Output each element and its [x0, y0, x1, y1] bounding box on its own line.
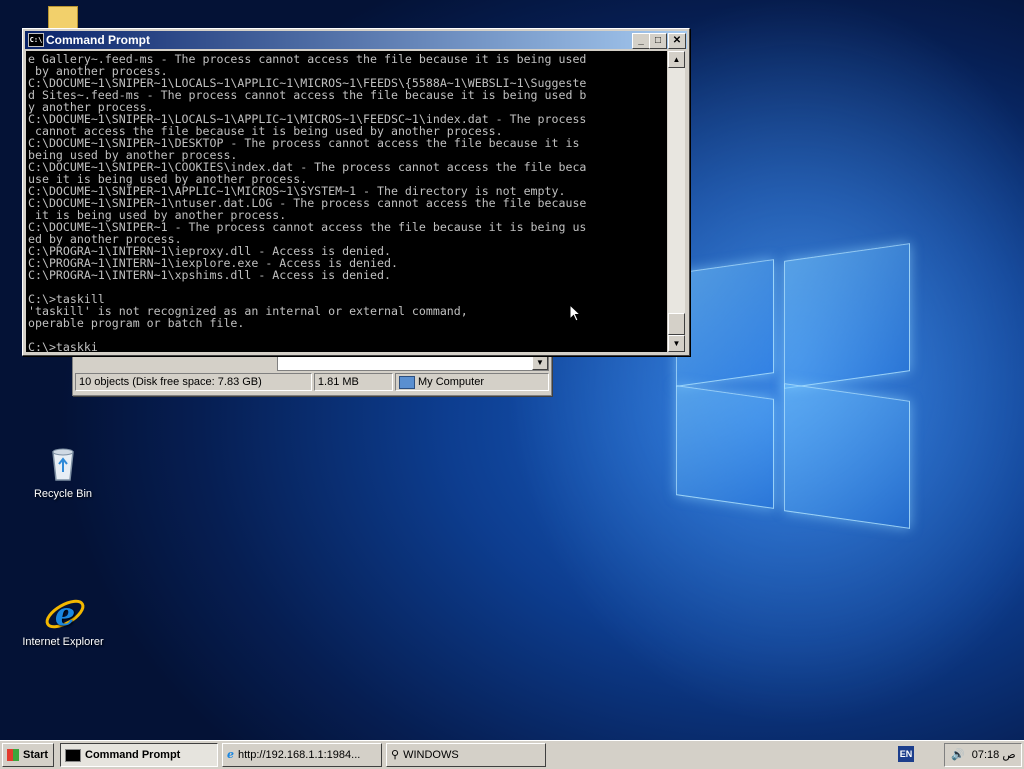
scroll-thumb[interactable]: [668, 313, 685, 335]
scroll-up-arrow-icon[interactable]: ▲: [668, 51, 685, 68]
status-location: My Computer: [394, 373, 549, 391]
desktop-icon-label: Internet Explorer: [22, 636, 104, 648]
recycle-bin-icon: [43, 444, 83, 484]
desktop-icon-label: Recycle Bin: [33, 488, 93, 500]
taskbar-button-label: WINDOWS: [403, 749, 459, 761]
taskbar-button-label: http://192.168.1.1:1984...: [238, 749, 361, 761]
taskbar-button-label: Command Prompt: [85, 749, 181, 761]
command-prompt-window[interactable]: C:\ Command Prompt _ □ ✕ e Gallery~.feed…: [22, 28, 690, 356]
mouse-cursor-icon: [569, 303, 582, 325]
scroll-down-arrow-icon[interactable]: ▼: [668, 335, 685, 352]
search-icon: ⚲: [391, 749, 400, 762]
status-objects: 10 objects (Disk free space: 7.83 GB): [75, 373, 312, 391]
scroll-right-arrow-icon[interactable]: ▼: [532, 355, 548, 370]
language-indicator[interactable]: EN: [898, 746, 914, 762]
explorer-hscrollbar[interactable]: ▼: [277, 354, 549, 371]
maximize-button[interactable]: □: [649, 33, 667, 49]
speaker-icon[interactable]: 🔊: [951, 744, 965, 766]
svg-text:e: e: [55, 595, 75, 633]
system-tray: 🔊 07:18 ص: [944, 743, 1022, 767]
window-title: Command Prompt: [46, 33, 151, 47]
minimize-button[interactable]: _: [632, 33, 650, 49]
status-size: 1.81 MB: [313, 373, 393, 391]
desktop-icon-recycle-bin[interactable]: Recycle Bin: [18, 444, 108, 500]
taskbar: Start Command Prompt e http://192.168.1.1…: [0, 740, 1024, 769]
cmd-icon: [65, 748, 81, 762]
taskbar-button-windows[interactable]: ⚲ WINDOWS: [386, 743, 546, 767]
my-computer-icon: [398, 375, 415, 389]
explorer-statusbar: 10 objects (Disk free space: 7.83 GB) 1.…: [75, 373, 549, 391]
desktop-icon-internet-explorer[interactable]: e Internet Explorer: [18, 592, 108, 648]
start-button[interactable]: Start: [2, 743, 54, 767]
explorer-window[interactable]: ▼ 10 objects (Disk free space: 7.83 GB) …: [72, 350, 552, 396]
taskbar-button-command-prompt[interactable]: Command Prompt: [60, 743, 218, 767]
taskbar-button-browser[interactable]: e http://192.168.1.1:1984...: [222, 743, 382, 767]
internet-explorer-icon: e: [43, 592, 85, 633]
windows-flag-icon: [7, 749, 19, 762]
status-location-label: My Computer: [417, 376, 484, 388]
cmd-icon: C:\: [28, 33, 44, 47]
console-vscrollbar[interactable]: ▲ ▼: [668, 51, 685, 352]
clock[interactable]: 07:18 ص: [972, 749, 1016, 761]
ie-icon: e: [227, 748, 234, 762]
start-label: Start: [23, 749, 49, 761]
folder-icon[interactable]: [48, 6, 78, 30]
close-button[interactable]: ✕: [668, 33, 686, 49]
title-bar[interactable]: C:\ Command Prompt _ □ ✕: [25, 31, 687, 49]
